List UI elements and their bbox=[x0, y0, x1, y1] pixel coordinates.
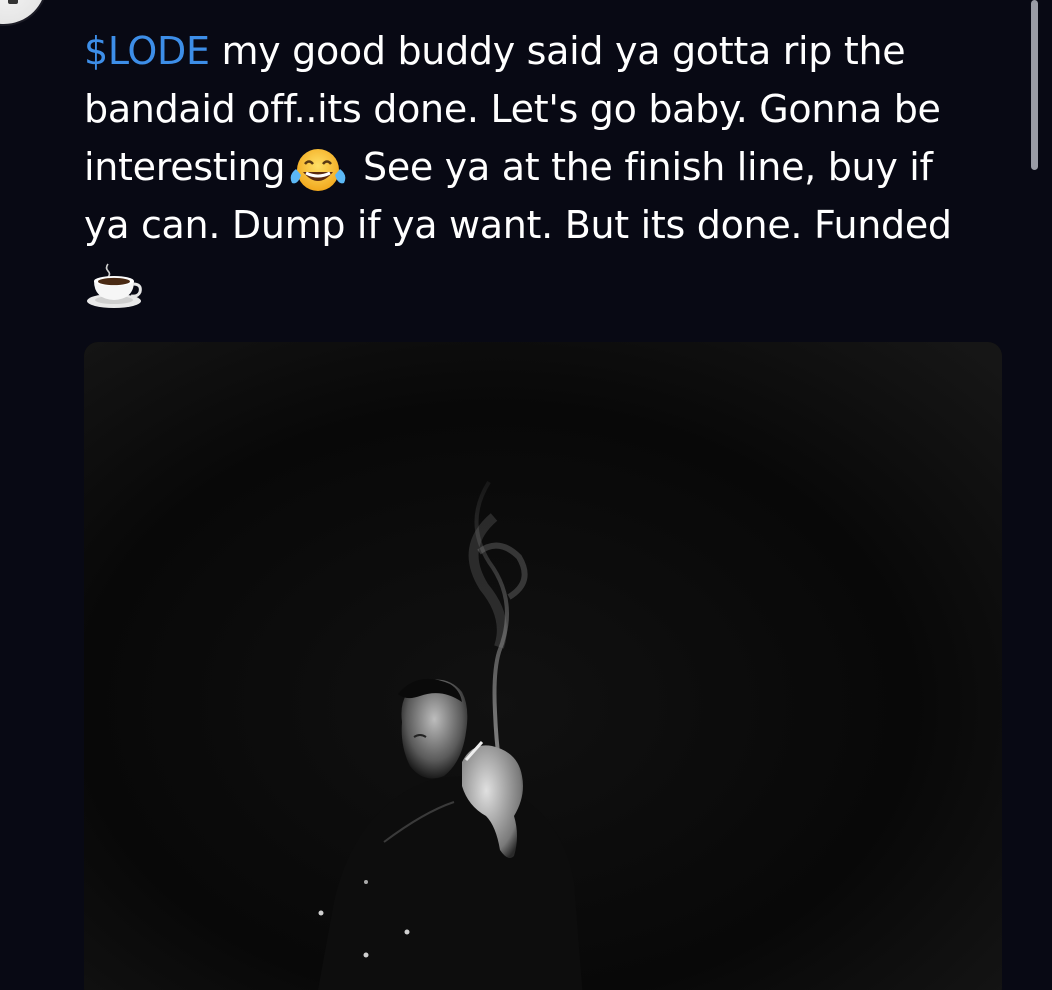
post-line-1: $LODE my good buddy said ya gotta rip th… bbox=[84, 22, 1014, 80]
cashtag-link[interactable]: $LODE bbox=[84, 29, 210, 73]
tears-of-joy-icon bbox=[289, 145, 347, 195]
post-line-3-start: interesting bbox=[84, 145, 286, 189]
post-line-4: ya can. Dump if ya want. But its done. F… bbox=[84, 203, 952, 247]
scrollbar[interactable] bbox=[1031, 0, 1038, 170]
post-media-image[interactable] bbox=[84, 342, 1002, 990]
post-view: $LODE my good buddy said ya gotta rip th… bbox=[0, 0, 1052, 990]
avatar[interactable] bbox=[0, 0, 48, 26]
post-line-5 bbox=[84, 254, 1014, 312]
post-line-1-text: my good buddy said ya gotta rip the bbox=[209, 29, 906, 73]
photo-illustration bbox=[84, 342, 1002, 990]
post-body: $LODE my good buddy said ya gotta rip th… bbox=[84, 22, 1014, 312]
avatar-mark bbox=[8, 0, 18, 4]
hot-beverage-icon bbox=[84, 261, 144, 311]
post-line-3-end: See ya at the finish line, buy if bbox=[351, 145, 933, 189]
post-line-3: interesting See ya at the finish line, b… bbox=[84, 138, 1014, 196]
post-line-2: bandaid off..its done. Let's go baby. Go… bbox=[84, 87, 941, 131]
